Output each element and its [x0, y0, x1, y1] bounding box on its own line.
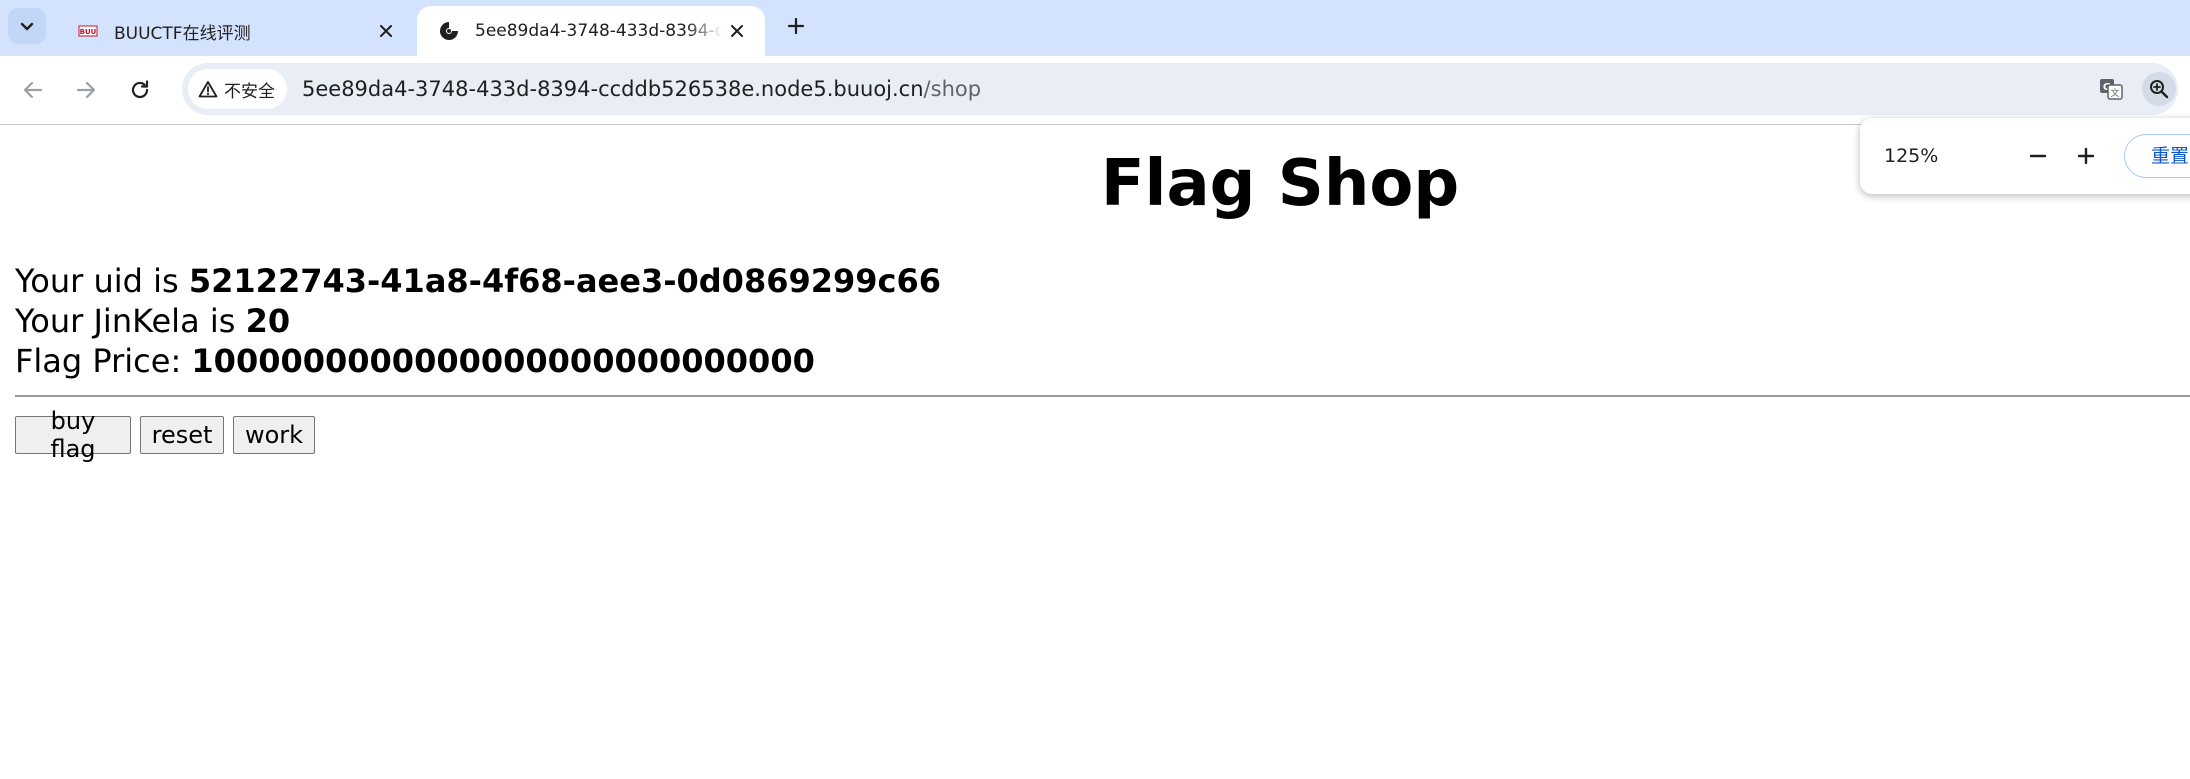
uid-line: Your uid is 52122743-41a8-4f68-aee3-0d08… — [15, 261, 941, 301]
plus-icon — [787, 17, 805, 35]
price-value: 1000000000000000000000000000 — [191, 342, 815, 380]
browser-toolbar: 不安全 5ee89da4-3748-433d-8394-ccddb526538e… — [0, 56, 2190, 125]
reload-button[interactable] — [121, 71, 159, 109]
tab-title: BUUCTF在线评测 — [114, 23, 251, 44]
minus-icon — [2029, 154, 2047, 158]
buuctf-logo-icon: BUU — [76, 19, 100, 43]
zoom-in-button[interactable] — [2068, 138, 2104, 174]
page-content: Flag Shop Your uid is 52122743-41a8-4f68… — [0, 125, 2190, 779]
zoom-out-button[interactable] — [2020, 138, 2056, 174]
zoom-icon[interactable] — [2142, 72, 2176, 106]
tab-strip: BUU BUUCTF在线评测 5ee89da4-3748-433d-8394-c… — [0, 0, 2190, 56]
jinkela-line: Your JinKela is 20 — [15, 301, 290, 341]
warning-icon — [198, 81, 218, 98]
jinkela-value: 20 — [245, 302, 291, 340]
price-line: Flag Price: 1000000000000000000000000000 — [15, 341, 815, 381]
svg-text:BUU: BUU — [80, 28, 97, 36]
work-button[interactable]: work — [233, 416, 315, 454]
zoom-level: 125% — [1884, 145, 1939, 167]
svg-text:文: 文 — [2110, 87, 2119, 99]
tab-shop[interactable]: 5ee89da4-3748-433d-8394-ccddb526538e.nod… — [417, 6, 765, 56]
uid-value: 52122743-41a8-4f68-aee3-0d0869299c66 — [188, 262, 942, 300]
url-path: /shop — [923, 77, 982, 101]
tab-buuctf[interactable]: BUU BUUCTF在线评测 — [56, 6, 414, 56]
translate-icon[interactable]: G文 — [2094, 72, 2128, 106]
divider — [15, 395, 2190, 397]
url-text[interactable]: 5ee89da4-3748-433d-8394-ccddb526538e.nod… — [302, 63, 981, 115]
new-tab-button[interactable] — [780, 10, 812, 42]
arrow-left-icon — [23, 81, 43, 99]
reload-icon — [131, 80, 149, 99]
buy-flag-button[interactable]: buy flag — [15, 407, 131, 463]
close-icon[interactable] — [723, 17, 751, 45]
uid-label: Your uid is — [15, 262, 189, 300]
tab-search-button[interactable] — [8, 8, 46, 44]
chevron-down-icon — [20, 22, 34, 31]
reset-button[interactable]: reset — [140, 416, 224, 454]
jinkela-label: Your JinKela is — [15, 302, 246, 340]
url-host: 5ee89da4-3748-433d-8394-ccddb526538e.nod… — [302, 77, 924, 101]
site-logo-icon — [437, 19, 461, 43]
forward-button[interactable] — [67, 71, 105, 109]
tab-title: 5ee89da4-3748-433d-8394-ccddb526538e.nod… — [475, 21, 723, 41]
back-button[interactable] — [14, 71, 52, 109]
price-label: Flag Price: — [15, 342, 192, 380]
plus-icon — [2077, 147, 2095, 165]
security-chip[interactable]: 不安全 — [188, 69, 287, 109]
address-bar[interactable]: 不安全 5ee89da4-3748-433d-8394-ccddb526538e… — [182, 63, 2178, 115]
security-label: 不安全 — [224, 81, 275, 102]
zoom-popup: 125% 重置 — [1860, 118, 2190, 194]
arrow-right-icon — [76, 81, 96, 99]
reset-zoom-button[interactable]: 重置 — [2124, 134, 2190, 178]
close-icon[interactable] — [372, 17, 400, 45]
